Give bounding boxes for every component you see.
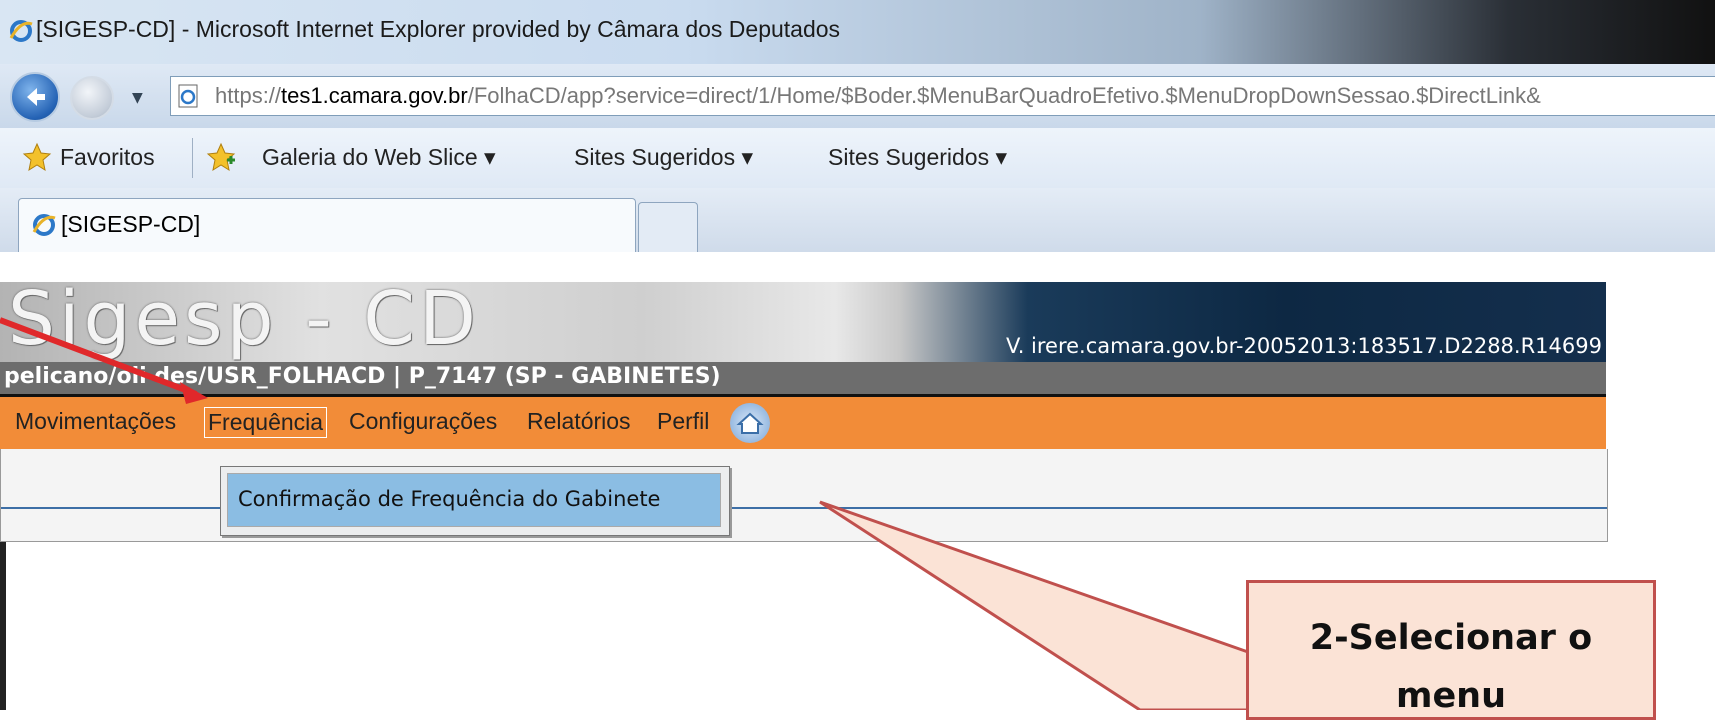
callout-pointer xyxy=(819,500,1262,710)
callout-box: 2-Selecionar o menu xyxy=(1246,580,1656,720)
callout-line-2: menu xyxy=(1395,676,1507,716)
callout-line-1: 2-Selecionar o xyxy=(1309,618,1593,658)
red-arrow-head xyxy=(180,382,208,404)
red-arrow-line xyxy=(0,317,198,397)
